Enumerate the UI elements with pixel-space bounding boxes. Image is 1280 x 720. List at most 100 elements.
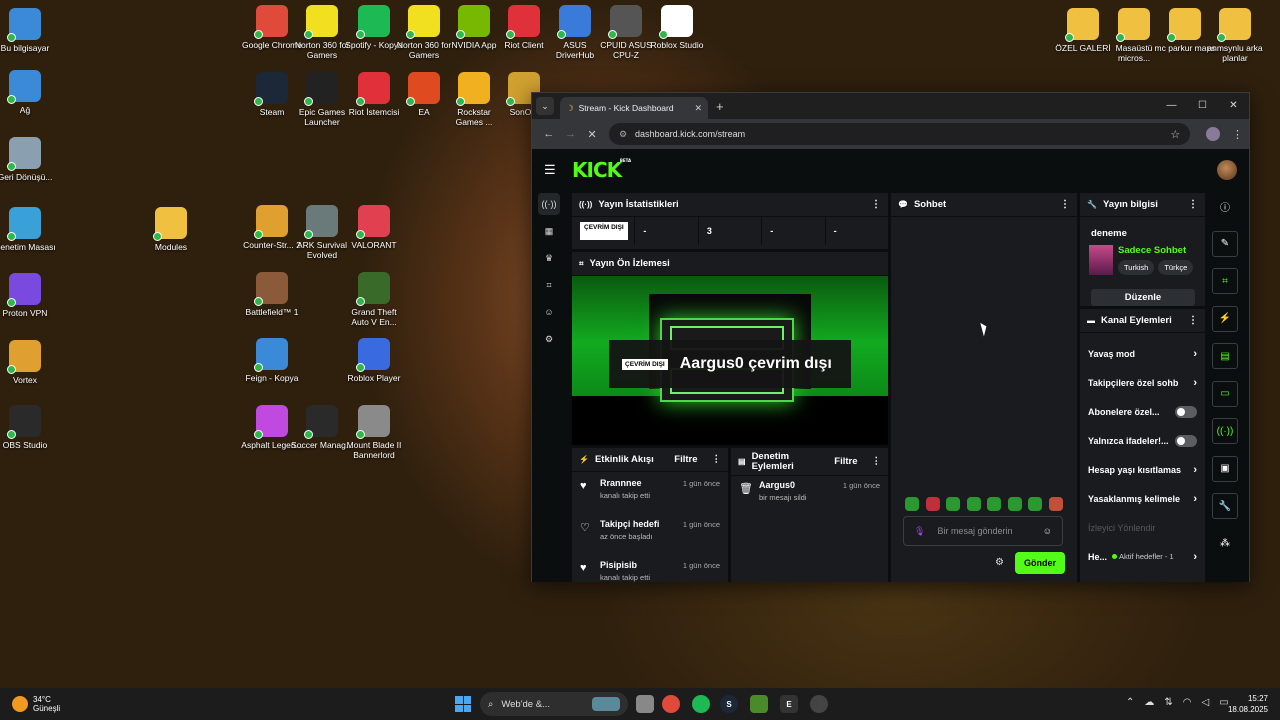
user-avatar[interactable] (1217, 160, 1237, 180)
broadcast-toggle-icon[interactable]: ((·)) (1212, 418, 1238, 444)
modlog-filter-button[interactable]: Filtre (834, 456, 857, 467)
desktop-icon[interactable]: Proton VPN (0, 273, 56, 318)
preview-video[interactable]: ÇEVRİM DIŞI Aargus0 çevrim dışı (572, 276, 888, 445)
layout-icon[interactable]: ▣ (1212, 455, 1238, 482)
actions-menu-icon[interactable]: ⋮ (1188, 315, 1198, 326)
chat-settings-icon[interactable]: ⚙ (995, 557, 1004, 568)
emote-icon[interactable] (966, 497, 981, 511)
stats-menu-icon[interactable]: ⋮ (871, 199, 881, 210)
chat-toggle-icon[interactable]: ▭ (1212, 380, 1238, 407)
preview-nav-icon[interactable]: ⌗ (538, 274, 560, 296)
layout-presets-icon[interactable]: ⁂ (1212, 531, 1238, 557)
emote-icon[interactable] (946, 497, 960, 511)
minecraft-icon[interactable] (750, 695, 768, 713)
gta-icon (356, 272, 390, 306)
settings-nav-icon[interactable]: ⚙ (538, 328, 560, 350)
site-info-icon[interactable]: ⚙ (619, 129, 627, 140)
desktop-icon[interactable]: VALORANT (343, 205, 405, 250)
chevron-up-icon[interactable]: ⌃ (1126, 697, 1134, 708)
emote-icon[interactable] (1007, 497, 1022, 511)
desktop-icon[interactable]: Feign - Kopya (241, 338, 303, 383)
spotify-icon[interactable] (692, 695, 710, 713)
action-account-age[interactable]: Hesap yaşı kısıtlamas › (1080, 455, 1205, 484)
trophy-nav-icon[interactable]: ♛ (538, 247, 560, 269)
back-button[interactable]: ← (538, 128, 560, 140)
chat-message-input[interactable]: 🎙 Bir mesaj gönderin ☺ (903, 516, 1063, 546)
emote-icon[interactable] (987, 497, 1001, 511)
steam-icon[interactable]: S (720, 695, 738, 713)
clipboard-toggle-icon[interactable]: ▤ (1212, 343, 1238, 369)
stream-nav-icon[interactable]: ((·)) (538, 193, 560, 215)
wrench-toggle-icon[interactable]: 🔧 (1212, 493, 1238, 519)
weather-widget[interactable]: 34°C Güneşli (12, 695, 60, 713)
network-icon[interactable]: ⇅ (1164, 697, 1172, 708)
emote-icon[interactable] (1028, 497, 1042, 511)
tab-close-icon[interactable]: ✕ (694, 103, 702, 114)
desktop-icon[interactable]: Ağ (0, 70, 56, 115)
emote-icon[interactable] (925, 497, 940, 511)
new-tab-button[interactable]: + (716, 99, 724, 114)
analytics-nav-icon[interactable]: ▦ (538, 220, 560, 242)
epic-icon (304, 72, 338, 106)
obs-icon[interactable] (810, 695, 828, 713)
preview-toggle-icon[interactable]: ⌗ (1212, 268, 1238, 294)
chrome-icon[interactable] (662, 695, 680, 713)
desktop-icon[interactable]: Mount Blade II Bannerlord (343, 405, 405, 460)
minimize-button[interactable]: — (1156, 93, 1187, 117)
task-view-icon[interactable] (636, 695, 654, 713)
cloud-icon[interactable]: ☁ (1144, 697, 1154, 708)
stop-loading-button[interactable]: ✕ (581, 128, 603, 141)
wifi-icon[interactable]: ◠ (1183, 697, 1192, 708)
info-icon[interactable]: ⓘ (1212, 193, 1238, 219)
volume-icon[interactable]: ◁ (1202, 697, 1210, 708)
tab-search-button[interactable]: ⌄ (536, 97, 554, 115)
community-nav-icon[interactable]: ☺ (538, 301, 560, 323)
start-button[interactable] (455, 696, 471, 712)
kick-logo[interactable]: KICK BETA (572, 158, 631, 182)
desktop-icon[interactable]: Geri Dönüşü... (0, 137, 56, 182)
desktop-icon[interactable]: anmsynlu arka planlar (1204, 8, 1266, 63)
maximize-button[interactable]: ☐ (1187, 93, 1218, 117)
profile-avatar[interactable] (1206, 127, 1220, 141)
desktop-icon[interactable]: Roblox Studio (646, 5, 708, 50)
close-window-button[interactable]: ✕ (1218, 93, 1249, 117)
desktop-icon[interactable]: Battlefield™ 1 (241, 272, 303, 317)
info-menu-icon[interactable]: ⋮ (1188, 199, 1198, 210)
category-name[interactable]: Sadece Sohbet (1118, 245, 1197, 256)
clock[interactable]: 15:27 18.08.2025 (1224, 693, 1268, 715)
emoji-icon[interactable]: ☺ (1043, 526, 1052, 536)
pencil-icon[interactable]: ✎ (1212, 230, 1238, 257)
bookmark-star-icon[interactable]: ☆ (1170, 128, 1180, 141)
emotes-only-toggle[interactable] (1175, 434, 1197, 447)
taskbar-search[interactable]: ⌕ Web'de &... (480, 692, 628, 716)
desktop-icon[interactable]: Grand Theft Auto V En... (343, 272, 405, 327)
desktop-icon[interactable]: Modules (140, 207, 202, 252)
desktop-icon[interactable]: Vortex (0, 340, 56, 385)
action-followers-only[interactable]: Takipçilere özel sohb › (1080, 368, 1205, 397)
feed-menu-icon[interactable]: ⋮ (712, 454, 722, 465)
feed-filter-button[interactable]: Filtre (674, 454, 697, 465)
desktop-icon[interactable]: Bu bilgisayar (0, 8, 56, 53)
microphone-icon[interactable]: 🎙 (914, 526, 925, 537)
edit-button[interactable]: Düzenle (1091, 289, 1195, 306)
emote-icon[interactable] (905, 497, 919, 511)
send-button[interactable]: Gönder (1015, 552, 1065, 574)
desktop-icon[interactable]: Denetim Masası (0, 207, 56, 252)
subscribers-only-toggle[interactable] (1175, 405, 1197, 418)
tab-kick-dashboard[interactable]: ☽ Stream - Kick Dashboard ✕ (560, 97, 708, 119)
action-banned-words[interactable]: Yasaklanmış kelimele › (1080, 484, 1205, 513)
epic-games-icon[interactable]: E (780, 695, 798, 713)
chat-menu-icon[interactable]: ⋮ (1060, 199, 1070, 210)
modlog-menu-icon[interactable]: ⋮ (872, 456, 882, 467)
forward-button[interactable]: → (560, 128, 582, 140)
desktop-icon[interactable]: Roblox Player (343, 338, 405, 383)
browser-menu-icon[interactable]: ⋮ (1232, 128, 1243, 141)
lightning-toggle-icon[interactable]: ⚡ (1212, 305, 1238, 332)
emote-icon[interactable] (1048, 497, 1063, 511)
action-slow-mode[interactable]: Yavaş mod › (1080, 339, 1205, 368)
url-input[interactable]: ⚙ dashboard.kick.com/stream ☆ (608, 123, 1191, 145)
sun-icon (12, 696, 28, 712)
action-goals[interactable]: He... Aktif hedefler - 1 › (1080, 542, 1205, 571)
desktop-icon[interactable]: OBS Studio (0, 405, 56, 450)
hamburger-menu-icon[interactable]: ☰ (544, 162, 564, 178)
